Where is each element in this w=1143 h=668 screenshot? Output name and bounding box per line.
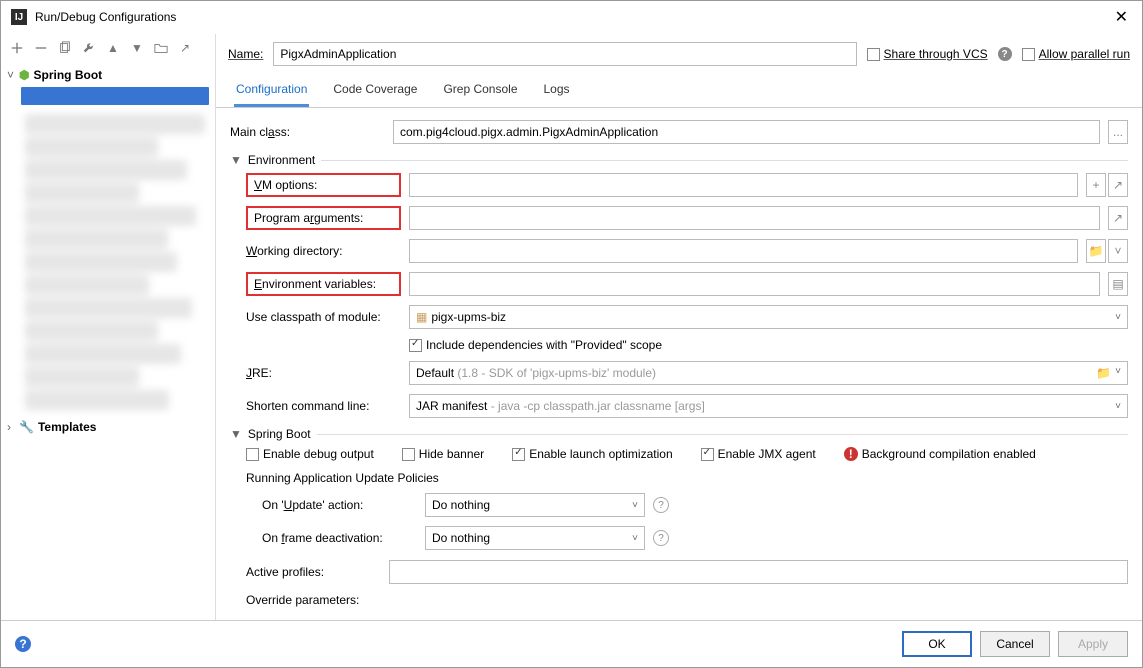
dropdown-button[interactable]: ˅ xyxy=(1108,239,1128,263)
chevron-down-icon: ˅ xyxy=(1115,401,1121,412)
expand-icon[interactable]: ↗ xyxy=(175,38,195,58)
help-icon[interactable]: ? xyxy=(15,636,31,652)
apply-button[interactable]: Apply xyxy=(1058,631,1128,657)
tab-grep-console[interactable]: Grep Console xyxy=(441,74,519,107)
app-icon: IJ xyxy=(11,9,27,25)
help-icon[interactable]: ? xyxy=(653,530,669,546)
tab-configuration[interactable]: Configuration xyxy=(234,74,309,107)
active-profiles-label: Active profiles: xyxy=(246,565,381,579)
program-arguments-label: Program arguments: xyxy=(246,206,401,230)
shorten-label: Shorten command line: xyxy=(246,399,401,413)
environment-variables-label: Environment variables: xyxy=(246,272,401,296)
browse-folder-button[interactable]: 📁 xyxy=(1096,366,1111,380)
module-icon: ▦ xyxy=(416,310,427,324)
main-class-label: Main class: xyxy=(230,125,385,139)
main-class-input[interactable] xyxy=(393,120,1100,144)
add-config-button[interactable] xyxy=(7,38,27,58)
chevron-down-icon: ˅ xyxy=(7,68,19,82)
include-provided-checkbox[interactable]: Include dependencies with "Provided" sco… xyxy=(409,338,662,352)
ok-button[interactable]: OK xyxy=(902,631,972,657)
tree-spring-boot[interactable]: ˅ ⬢ Spring Boot xyxy=(1,65,215,85)
browse-main-class-button[interactable]: ... xyxy=(1108,120,1128,144)
tab-code-coverage[interactable]: Code Coverage xyxy=(331,74,419,107)
config-toolbar: ▲ ▼ ↗ xyxy=(1,34,215,63)
tree-spring-boot-label: Spring Boot xyxy=(33,68,102,82)
blurred-config-items xyxy=(25,107,215,417)
program-arguments-input[interactable] xyxy=(409,206,1100,230)
working-directory-label: Working directory: xyxy=(246,244,401,258)
move-up-button[interactable]: ▲ xyxy=(103,38,123,58)
window-title: Run/Debug Configurations xyxy=(35,10,1111,24)
name-label: Name: xyxy=(228,47,263,61)
chevron-down-icon[interactable]: ▼ xyxy=(230,153,242,167)
active-profiles-input[interactable] xyxy=(389,560,1128,584)
insert-macro-button[interactable]: + xyxy=(1086,173,1106,197)
hide-banner-checkbox[interactable]: Hide banner xyxy=(402,447,484,461)
expand-field-button[interactable]: ↗ xyxy=(1108,206,1128,230)
on-update-select[interactable]: Do nothing˅ xyxy=(425,493,645,517)
allow-parallel-checkbox[interactable]: Allow parallel run xyxy=(1022,47,1130,61)
config-tree: ˅ ⬢ Spring Boot › 🔧 Templates xyxy=(1,63,215,620)
remove-config-button[interactable] xyxy=(31,38,51,58)
spring-boot-section-label: Spring Boot xyxy=(248,427,311,441)
chevron-down-icon: ˅ xyxy=(1115,366,1121,380)
tree-templates[interactable]: › 🔧 Templates xyxy=(1,417,215,437)
selected-config[interactable] xyxy=(21,87,209,105)
override-params-label: Override parameters: xyxy=(246,593,381,607)
on-update-label: On 'Update' action: xyxy=(262,498,417,512)
chevron-down-icon: ˅ xyxy=(1115,312,1121,323)
move-down-button[interactable]: ▼ xyxy=(127,38,147,58)
help-icon[interactable]: ? xyxy=(653,497,669,513)
shorten-select[interactable]: JAR manifest - java -cp classpath.jar cl… xyxy=(409,394,1128,418)
close-icon[interactable]: ✕ xyxy=(1111,7,1132,27)
on-frame-label: On frame deactivation: xyxy=(262,531,417,545)
jre-label: JRE: xyxy=(246,366,401,380)
vm-options-input[interactable] xyxy=(409,173,1078,197)
chevron-down-icon[interactable]: ▼ xyxy=(230,427,242,441)
classpath-label: Use classpath of module: xyxy=(246,310,401,324)
enable-jmx-checkbox[interactable]: Enable JMX agent xyxy=(701,447,816,461)
expand-field-button[interactable]: ↗ xyxy=(1108,173,1128,197)
tree-templates-label: Templates xyxy=(38,420,96,434)
edit-env-button[interactable]: ▤ xyxy=(1108,272,1128,296)
help-icon[interactable]: ? xyxy=(998,47,1012,61)
vm-options-label: VM options: xyxy=(246,173,401,197)
enable-launch-opt-checkbox[interactable]: Enable launch optimization xyxy=(512,447,672,461)
tab-logs[interactable]: Logs xyxy=(542,74,572,107)
spring-icon: ⬢ xyxy=(19,68,29,82)
environment-section-label: Environment xyxy=(248,153,315,167)
share-vcs-checkbox[interactable]: Share through VCS xyxy=(867,47,988,61)
browse-folder-button[interactable]: 📁 xyxy=(1086,239,1106,263)
wrench-small-icon: 🔧 xyxy=(19,420,34,434)
on-frame-select[interactable]: Do nothing˅ xyxy=(425,526,645,550)
wrench-icon[interactable] xyxy=(79,38,99,58)
classpath-select[interactable]: ▦pigx-upms-biz ˅ xyxy=(409,305,1128,329)
folder-icon[interactable] xyxy=(151,38,171,58)
environment-variables-input[interactable] xyxy=(409,272,1100,296)
enable-debug-checkbox[interactable]: Enable debug output xyxy=(246,447,374,461)
jre-select[interactable]: Default (1.8 - SDK of 'pigx-upms-biz' mo… xyxy=(409,361,1128,385)
policies-label: Running Application Update Policies xyxy=(246,471,1128,485)
chevron-right-icon: › xyxy=(7,420,19,434)
bg-compilation-warning: Background compilation enabled xyxy=(862,447,1036,461)
name-input[interactable] xyxy=(273,42,856,66)
working-directory-input[interactable] xyxy=(409,239,1078,263)
tab-bar: Configuration Code Coverage Grep Console… xyxy=(216,74,1142,108)
warning-icon: ! xyxy=(844,447,858,461)
copy-config-button[interactable] xyxy=(55,38,75,58)
cancel-button[interactable]: Cancel xyxy=(980,631,1050,657)
